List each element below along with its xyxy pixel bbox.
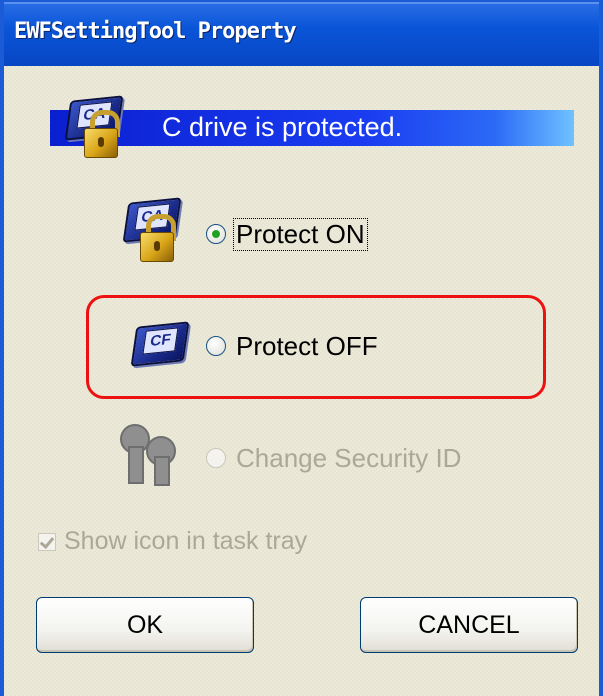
cancel-button[interactable]: CANCEL — [360, 597, 578, 653]
card-lock-icon: CA — [58, 94, 130, 158]
ok-button[interactable]: OK — [36, 597, 254, 653]
change-security-option: Change Security ID — [206, 440, 463, 476]
protect-off-label[interactable]: Protect OFF — [234, 331, 380, 362]
dialog-window: EWFSettingTool Property C drive is prote… — [0, 0, 603, 696]
show-icon-checkbox-row: Show icon in task tray — [38, 527, 307, 556]
keys-icon — [116, 422, 188, 486]
show-icon-label: Show icon in task tray — [64, 527, 308, 555]
protect-off-radio[interactable] — [206, 336, 226, 356]
card-lock-icon: CA — [118, 194, 190, 262]
protect-off-option[interactable]: Protect OFF — [206, 328, 380, 364]
protect-on-label[interactable]: Protect ON — [233, 217, 368, 251]
window-title: EWFSettingTool Property — [14, 19, 297, 44]
dialog-body: C drive is protected. CA CA Protect ON C… — [4, 66, 599, 696]
protect-on-radio[interactable] — [206, 224, 226, 244]
protect-on-option[interactable]: Protect ON — [206, 216, 368, 252]
title-bar[interactable]: EWFSettingTool Property — [4, 2, 599, 66]
card-icon: CF — [130, 320, 194, 368]
status-text: C drive is protected. — [162, 112, 403, 142]
change-security-label: Change Security ID — [236, 442, 462, 473]
change-security-radio — [206, 448, 226, 468]
show-icon-checkbox — [38, 532, 56, 551]
